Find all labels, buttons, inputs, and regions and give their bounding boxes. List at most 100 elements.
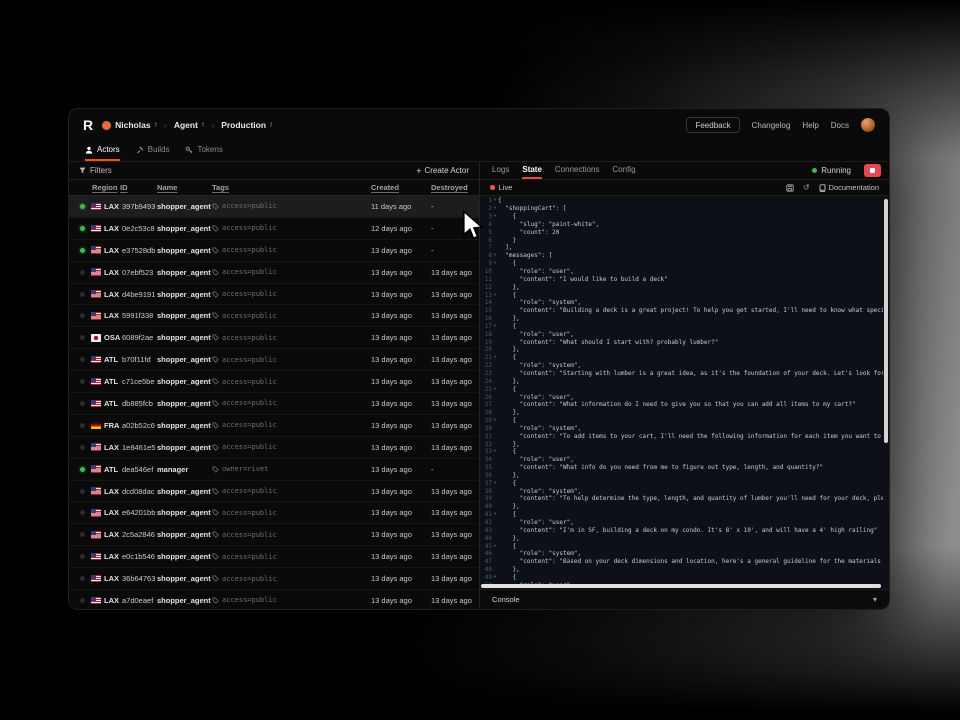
table-row[interactable]: LAX dcd08dac shopper_agent access=public… <box>69 481 479 503</box>
help-link[interactable]: Help <box>802 121 818 130</box>
line-text: }, <box>498 284 520 291</box>
code-line: 11 "content": "I would like to build a d… <box>480 275 883 283</box>
status-badge: Running <box>812 162 851 179</box>
table-row[interactable]: ATL b70f11fd shopper_agent access=public… <box>69 349 479 371</box>
line-text: "content": "What information do I need t… <box>498 401 856 408</box>
create-actor-button[interactable]: + Create Actor <box>416 166 469 176</box>
tag-icon <box>212 509 219 516</box>
row-created: 13 days ago <box>371 333 431 342</box>
app-window: R Nicholas ▴▾ › Agent ▴▾ › Production ▴▾ <box>68 108 890 610</box>
row-created: 13 days ago <box>371 574 431 583</box>
table-row[interactable]: ATL db885fcb shopper_agent access=public… <box>69 393 479 415</box>
table-row[interactable]: LAX 1e8461e5 shopper_agent access=public… <box>69 437 479 459</box>
tab-tokens[interactable]: Tokens <box>185 141 222 161</box>
col-name[interactable]: Name <box>157 183 212 192</box>
table-row[interactable]: LAX 0e2c53c8 shopper_agent access=public… <box>69 218 479 240</box>
save-icon[interactable] <box>786 184 794 192</box>
breadcrumb-project-label: Agent <box>174 120 198 130</box>
region-flag <box>91 443 101 451</box>
line-text: { <box>498 354 516 361</box>
breadcrumb-team[interactable]: Nicholas ▴▾ <box>102 120 157 130</box>
line-text: { <box>498 213 516 220</box>
col-tags[interactable]: Tags <box>212 183 371 192</box>
table-row[interactable]: LAX d4be9191 shopper_agent access=public… <box>69 284 479 306</box>
feedback-button[interactable]: Feedback <box>686 117 739 133</box>
line-text: { <box>498 386 516 393</box>
col-region[interactable]: Region <box>92 183 120 192</box>
row-name: shopper_agent <box>157 333 212 342</box>
table-row[interactable]: ATL c71ce5be shopper_agent access=public… <box>69 371 479 393</box>
line-number: 11 <box>485 276 492 283</box>
console-bar[interactable]: Console ▾ <box>480 589 889 609</box>
table-row[interactable]: LAX e0c1b546 shopper_agent access=public… <box>69 546 479 568</box>
row-tag: access=public <box>222 224 277 232</box>
tab-config[interactable]: Config <box>612 162 635 179</box>
col-id[interactable]: ID <box>120 183 157 192</box>
code-line: 3▾ { <box>480 213 883 221</box>
line-text: { <box>498 292 516 299</box>
tab-connections[interactable]: Connections <box>555 162 599 179</box>
line-number: 19 <box>485 339 492 346</box>
row-region: FRA <box>104 421 122 430</box>
state-json-editor[interactable]: 1▾ { 2▾ "shoppingCart": [ 3▾ { 4 "slug":… <box>480 196 889 589</box>
code-line: 22 "role": "system", <box>480 362 883 370</box>
tab-logs[interactable]: Logs <box>492 162 509 179</box>
tag-icon <box>212 597 219 604</box>
table-row[interactable]: LAX 2c5a2846 shopper_agent access=public… <box>69 524 479 546</box>
line-number: 24 <box>485 378 492 385</box>
table-row[interactable]: LAX e64201bb shopper_agent access=public… <box>69 502 479 524</box>
console-label: Console <box>492 595 520 604</box>
row-name: shopper_agent <box>157 224 212 233</box>
stop-actor-button[interactable] <box>864 164 881 177</box>
rivet-logo[interactable]: R <box>83 117 92 133</box>
table-row[interactable]: LAX 397b9493 shopper_agent access=public… <box>69 196 479 218</box>
tag-icon <box>212 378 219 385</box>
filters-button[interactable]: Filters <box>79 166 112 175</box>
changelog-link[interactable]: Changelog <box>752 121 791 130</box>
row-name: shopper_agent <box>157 530 212 539</box>
line-text: ], <box>498 244 512 251</box>
status-dot <box>80 401 85 406</box>
line-text: "role": "system", <box>498 425 581 432</box>
breadcrumb-environment[interactable]: Production ▴▾ <box>221 120 272 130</box>
undo-icon[interactable]: ↺ <box>803 184 810 192</box>
tab-builds[interactable]: Builds <box>136 141 170 161</box>
line-text: "content": "Starting with lumber is a gr… <box>498 370 883 377</box>
row-tag-chip: access=public <box>212 312 371 320</box>
row-name: shopper_agent <box>157 202 212 211</box>
col-destroyed[interactable]: Destroyed <box>431 183 479 192</box>
live-label: Live <box>499 183 513 192</box>
line-number: 40 <box>485 503 492 510</box>
breadcrumb-project[interactable]: Agent ▴▾ <box>174 120 204 130</box>
row-created: 13 days ago <box>371 246 431 255</box>
code-line: 31 "content": "To add items to your cart… <box>480 432 883 440</box>
row-tag-chip: access=public <box>212 421 371 429</box>
table-row[interactable]: LAX 07ebf523 shopper_agent access=public… <box>69 262 479 284</box>
tag-icon <box>212 356 219 363</box>
row-created: 13 days ago <box>371 552 431 561</box>
table-row[interactable]: LAX e37528db shopper_agent access=public… <box>69 240 479 262</box>
documentation-button[interactable]: Documentation <box>819 183 879 192</box>
actor-table-rows[interactable]: LAX 397b9493 shopper_agent access=public… <box>69 196 479 609</box>
line-number: 12 <box>485 284 492 291</box>
vertical-scrollbar[interactable] <box>884 199 888 443</box>
row-tag: access=public <box>222 596 277 604</box>
row-region: LAX <box>104 596 122 605</box>
table-row[interactable]: ATL dea546ef manager owner=rivet 13 days… <box>69 459 479 481</box>
row-created: 13 days ago <box>371 311 431 320</box>
line-number: 13 <box>485 292 492 299</box>
user-avatar[interactable] <box>861 118 875 132</box>
col-created[interactable]: Created <box>371 183 431 192</box>
code-line: 13▾ { <box>480 291 883 299</box>
tab-state[interactable]: State <box>522 162 542 179</box>
code-line: 19 "content": "What should I start with?… <box>480 338 883 346</box>
table-row[interactable]: OSA 6089f2ae shopper_agent access=public… <box>69 327 479 349</box>
table-row[interactable]: LAX 5991f338 shopper_agent access=public… <box>69 305 479 327</box>
docs-link[interactable]: Docs <box>831 121 849 130</box>
table-row[interactable]: LAX 36b64763 shopper_agent access=public… <box>69 568 479 590</box>
table-row[interactable]: LAX a7d0eaef shopper_agent access=public… <box>69 590 479 609</box>
table-row[interactable]: FRA a02b52c6 shopper_agent access=public… <box>69 415 479 437</box>
horizontal-scrollbar[interactable] <box>481 584 881 588</box>
tab-actors[interactable]: Actors <box>85 141 120 161</box>
line-text: }, <box>498 472 520 479</box>
